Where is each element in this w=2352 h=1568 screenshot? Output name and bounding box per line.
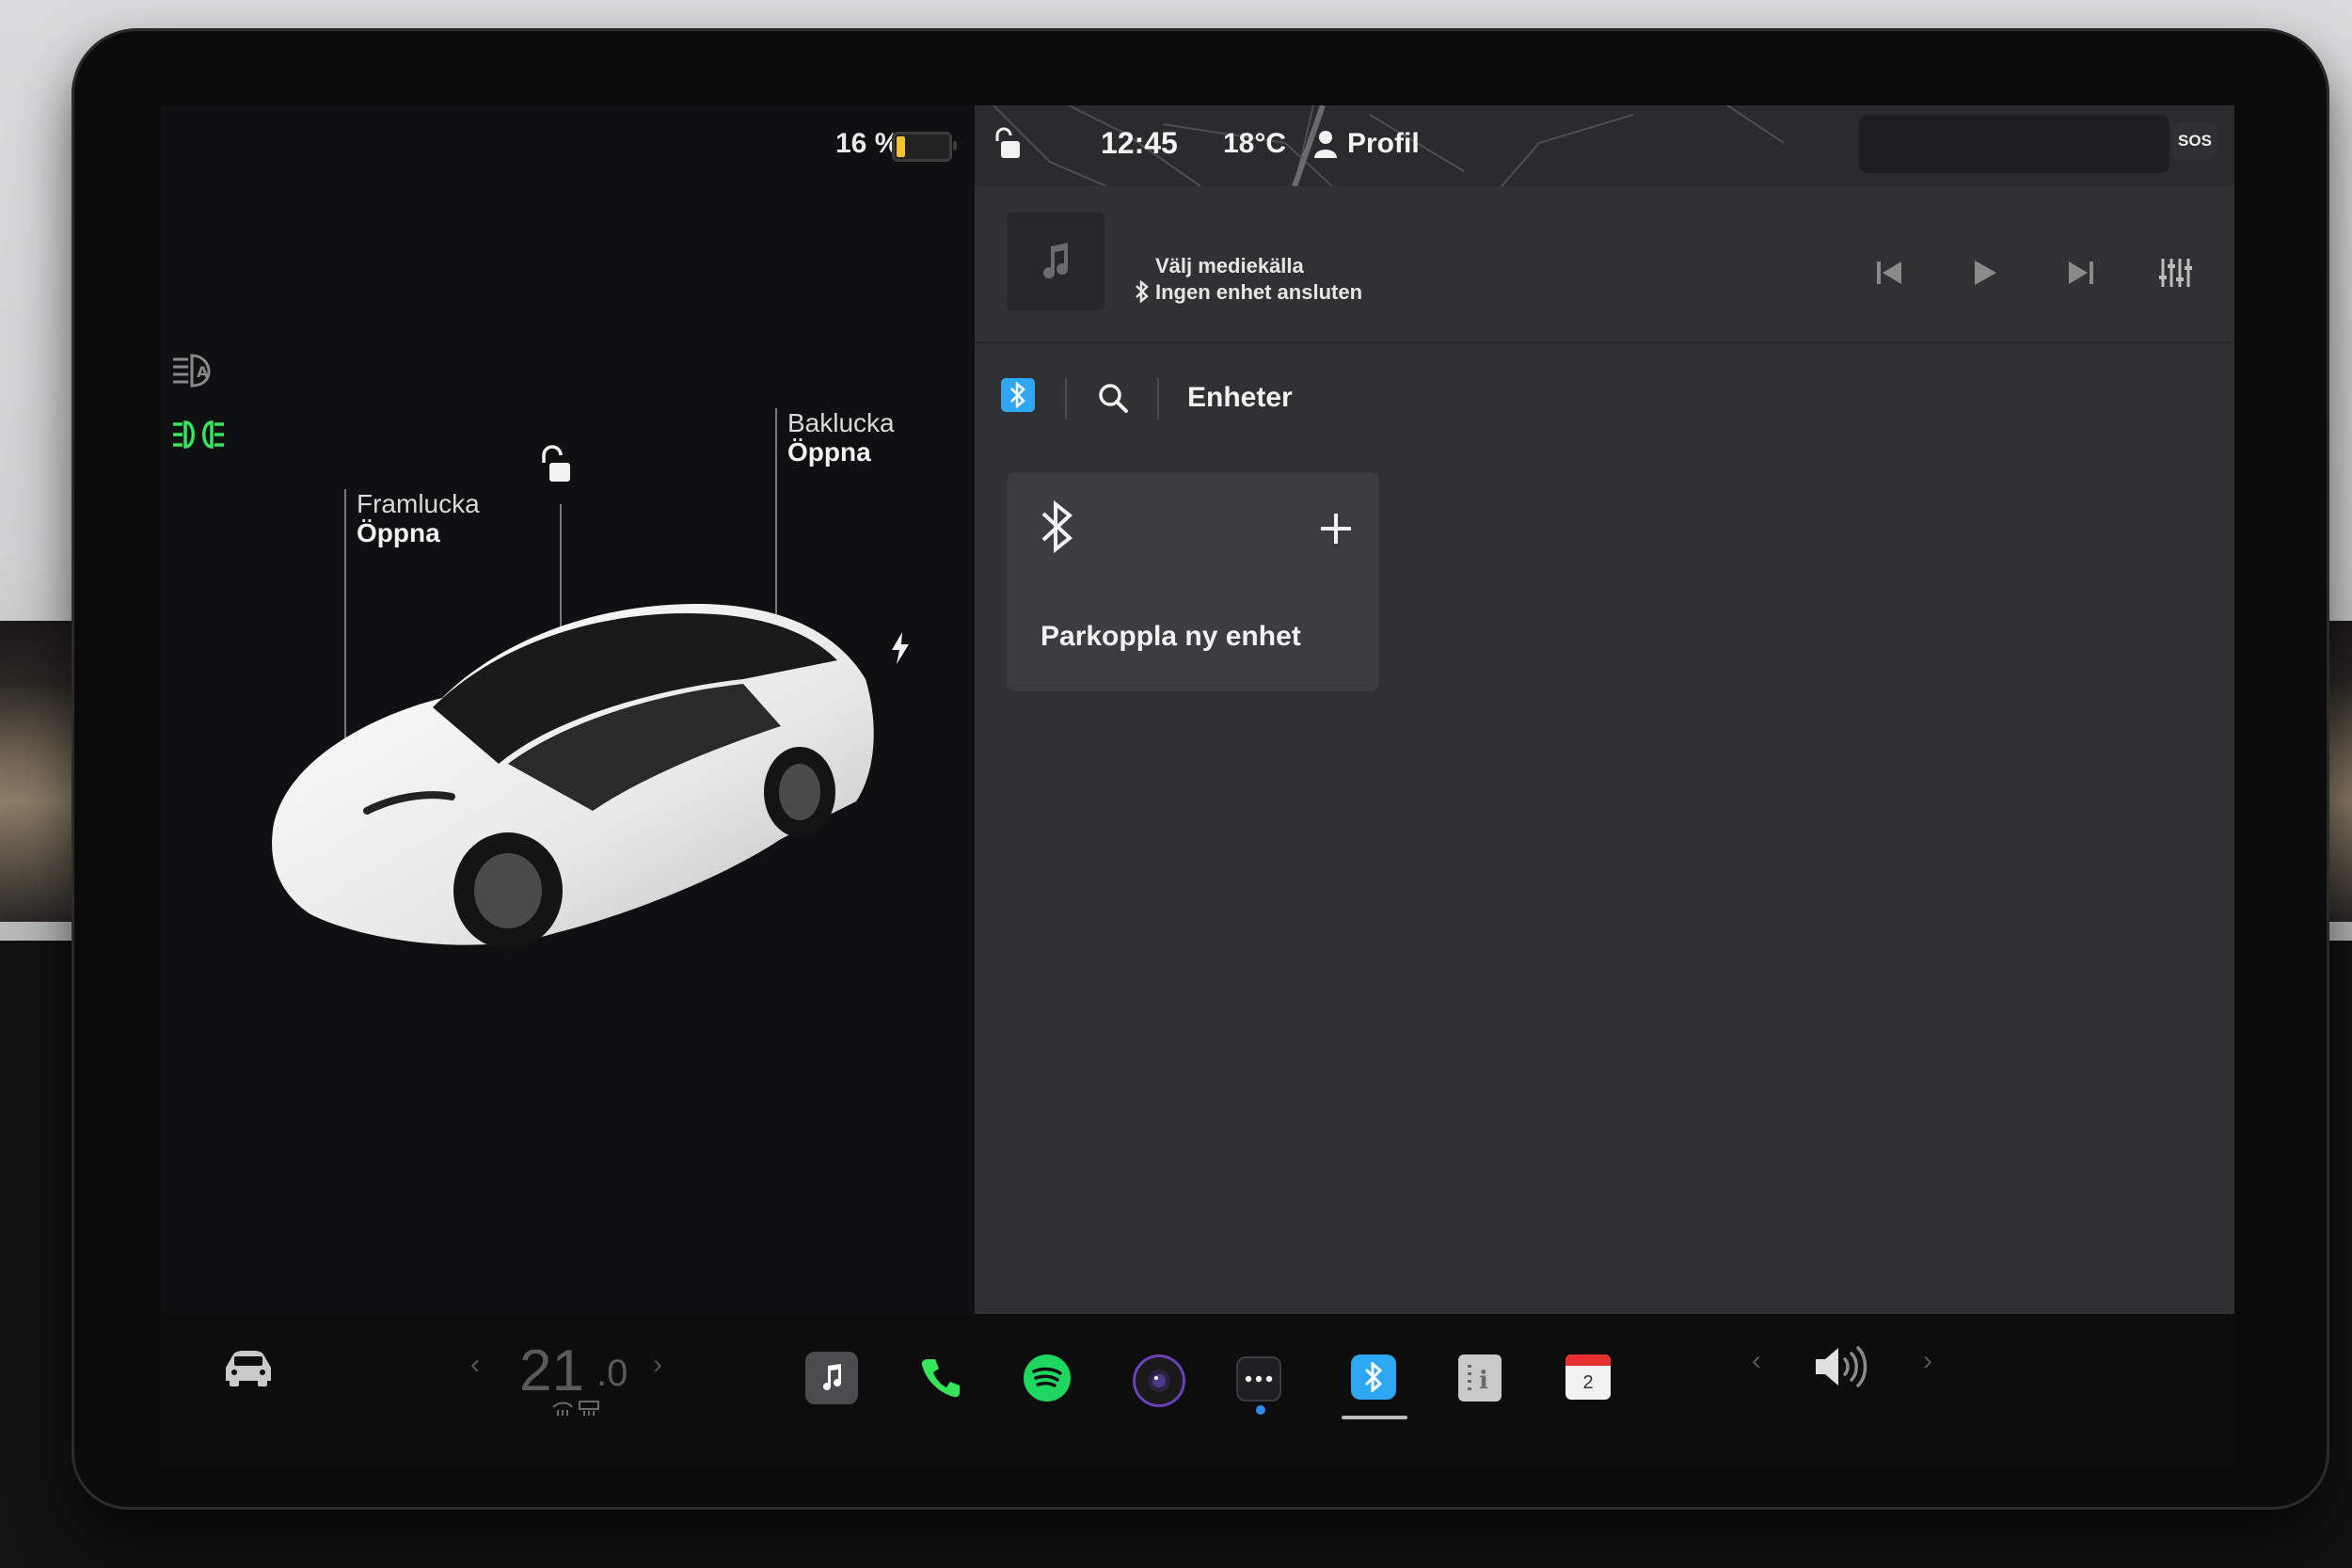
- play-button[interactable]: [1966, 254, 2004, 292]
- cabin-temperature-decimal: .0: [596, 1353, 628, 1394]
- search-icon: [1099, 384, 1128, 413]
- outside-temperature: 18°C: [1223, 128, 1287, 159]
- device-status: Ingen enhet ansluten: [1155, 280, 1363, 304]
- dock-phone-button[interactable]: [914, 1352, 967, 1404]
- dock-music-button[interactable]: [805, 1352, 858, 1404]
- manual-info-icon: i: [1466, 1361, 1494, 1395]
- volume-down-arrow[interactable]: ‹: [1752, 1345, 1761, 1377]
- pair-new-device-label: Parkoppla ny enhet: [1041, 621, 1301, 652]
- map-overlay-pill: [1859, 115, 2169, 173]
- frunk-label[interactable]: Framlucka Öppna: [357, 489, 480, 547]
- music-icon: [823, 1364, 842, 1391]
- touchscreen: 16 % A Framlucka Öppna Baklucka Öppna 12…: [160, 105, 2234, 1467]
- dock-bluetooth-button[interactable]: [1351, 1354, 1396, 1400]
- plus-icon: [1321, 514, 1351, 544]
- music-note-icon: [1043, 243, 1069, 279]
- bluetooth-dock-icon: [1364, 1362, 1383, 1392]
- next-track-button[interactable]: [2062, 254, 2100, 292]
- more-dots-icon: [1245, 1375, 1273, 1383]
- dock-manual-button[interactable]: i: [1458, 1354, 1502, 1402]
- dock-more-button[interactable]: [1236, 1356, 1281, 1402]
- battery-fill: [897, 136, 905, 157]
- parking-lights-icon[interactable]: [171, 419, 226, 455]
- svg-text:A: A: [197, 363, 209, 381]
- bluetooth-tab[interactable]: [1001, 378, 1035, 412]
- tab-divider: [1065, 378, 1067, 420]
- play-icon: [1975, 261, 1996, 285]
- bluetooth-icon: [1010, 382, 1025, 408]
- frunk-title: Framlucka: [357, 489, 480, 518]
- equalizer-icon: [2159, 259, 2192, 287]
- tab-devices[interactable]: Enheter: [1187, 382, 1293, 414]
- speaker-icon: [1816, 1346, 1867, 1387]
- frunk-open-action: Öppna: [357, 518, 440, 547]
- vehicle-image: [272, 604, 874, 949]
- bottom-bar: [160, 1314, 2234, 1467]
- bluetooth-small-icon: [1135, 279, 1150, 308]
- profile-icon[interactable]: [1313, 130, 1338, 163]
- pair-new-device-card[interactable]: Parkoppla ny enhet: [1007, 472, 1379, 691]
- unlock-icon[interactable]: [536, 444, 574, 490]
- lock-status-icon[interactable]: [992, 126, 1024, 165]
- battery-percent: 16 %: [835, 128, 900, 159]
- defrost-icons[interactable]: [551, 1400, 600, 1421]
- camera-icon: [1148, 1370, 1170, 1392]
- media-source-label[interactable]: Välj mediekälla: [1155, 254, 1304, 278]
- phone-icon: [921, 1359, 960, 1398]
- calendar-header: [1565, 1354, 1611, 1366]
- dock-camera-button[interactable]: [1133, 1354, 1185, 1407]
- temp-up-arrow[interactable]: ›: [653, 1349, 662, 1381]
- car-controls-button[interactable]: [220, 1347, 277, 1393]
- calendar-day: 2: [1582, 1371, 1594, 1393]
- bluetooth-large-icon: [1041, 500, 1073, 553]
- svg-text:i: i: [1479, 1367, 1488, 1395]
- trunk-label[interactable]: Baklucka Öppna: [787, 408, 895, 467]
- clock: 12:45: [1101, 126, 1178, 160]
- sos-button[interactable]: SOS: [2172, 122, 2217, 160]
- battery-indicator: [892, 132, 957, 162]
- app-panel: 12:45 18°C Profil SOS Välj mediekälla In…: [975, 105, 2234, 1314]
- skip-forward-icon: [2069, 261, 2093, 284]
- cabin-temperature[interactable]: 21: [519, 1338, 584, 1404]
- auto-headlights-icon[interactable]: A: [171, 352, 222, 394]
- volume-up-arrow[interactable]: ›: [1923, 1345, 1932, 1377]
- volume-button[interactable]: [1814, 1345, 1868, 1393]
- previous-track-button[interactable]: [1870, 254, 1908, 292]
- active-app-underline: [1342, 1416, 1407, 1419]
- more-active-indicator: [1256, 1405, 1265, 1415]
- skip-back-icon: [1877, 261, 1901, 284]
- dock-calendar-button[interactable]: 2: [1565, 1354, 1611, 1400]
- dock-spotify-button[interactable]: [1024, 1354, 1071, 1402]
- trunk-open-action: Öppna: [787, 437, 871, 467]
- temp-down-arrow[interactable]: ‹: [470, 1349, 480, 1381]
- charging-bolt-icon: [890, 632, 911, 669]
- album-art[interactable]: [1007, 213, 1104, 310]
- trunk-title: Baklucka: [787, 408, 895, 437]
- battery-nub: [953, 141, 957, 150]
- profile-button[interactable]: Profil: [1347, 128, 1420, 160]
- bluetooth-tab-row: [975, 364, 2234, 437]
- vehicle-panel: 16 % A Framlucka Öppna Baklucka Öppna: [160, 105, 975, 1314]
- car-icon: [226, 1351, 271, 1386]
- equalizer-button[interactable]: [2156, 254, 2194, 292]
- spotify-icon: [1032, 1367, 1062, 1387]
- tab-divider-2: [1157, 378, 1159, 420]
- search-tab[interactable]: [1097, 382, 1129, 419]
